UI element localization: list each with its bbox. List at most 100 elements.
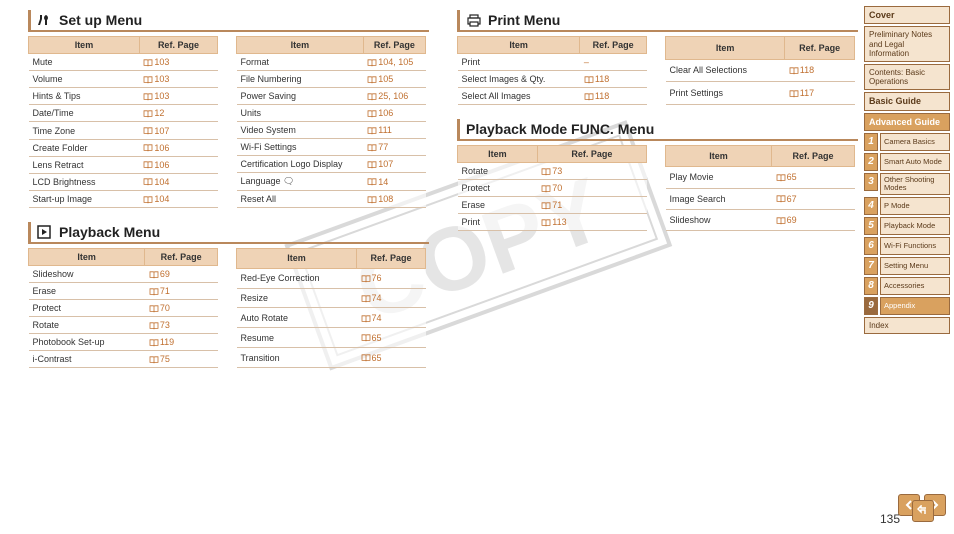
cell-item[interactable]: Wi-Fi Settings <box>237 139 364 156</box>
cell-item[interactable]: Red-Eye Correction <box>237 268 357 288</box>
cell-ref[interactable]: 107 <box>363 156 425 173</box>
cell-item[interactable]: Rotate <box>29 317 145 334</box>
cell-ref[interactable]: 74 <box>357 308 426 328</box>
cell-item[interactable]: Lens Retract <box>29 156 140 173</box>
sidebar-chapter[interactable]: 5Playback Mode <box>864 217 950 235</box>
cell-item[interactable]: i-Contrast <box>29 351 145 368</box>
cell-item[interactable]: Time Zone <box>29 122 140 139</box>
cell-item[interactable]: Clear All Selections <box>666 59 785 82</box>
cell-ref[interactable]: 118 <box>580 71 647 88</box>
cell-item[interactable]: Print Settings <box>666 82 785 105</box>
cell-ref[interactable]: 113 <box>537 214 646 231</box>
sidebar-index[interactable]: Index <box>864 317 950 334</box>
cell-ref[interactable]: 73 <box>537 163 646 180</box>
cell-ref[interactable]: 104 <box>139 173 217 190</box>
cell-ref[interactable]: 75 <box>145 351 218 368</box>
sidebar-cover[interactable]: Cover <box>864 6 950 24</box>
cell-item[interactable]: Certification Logo Display <box>237 156 364 173</box>
sidebar-chapter[interactable]: 2Smart Auto Mode <box>864 153 950 171</box>
cell-item[interactable]: Power Saving <box>237 88 364 105</box>
cell-item[interactable]: Format <box>237 54 364 71</box>
cell-item[interactable]: Slideshow <box>666 209 772 230</box>
cell-ref[interactable]: 77 <box>363 139 425 156</box>
sidebar-chapter[interactable]: 1Camera Basics <box>864 133 950 151</box>
cell-item[interactable]: Erase <box>29 283 145 300</box>
cell-ref[interactable]: 70 <box>537 180 646 197</box>
cell-item[interactable]: Units <box>237 105 364 122</box>
cell-ref[interactable]: 25, 106 <box>363 88 425 105</box>
cell-ref[interactable]: 71 <box>537 197 646 214</box>
cell-ref[interactable]: 106 <box>139 156 217 173</box>
cell-ref[interactable]: 119 <box>145 334 218 351</box>
cell-ref[interactable]: 111 <box>363 122 425 139</box>
sidebar-chapter[interactable]: 3Other Shooting Modes <box>864 173 950 195</box>
cell-item[interactable]: Photobook Set-up <box>29 334 145 351</box>
cell-ref[interactable]: 103 <box>139 54 217 71</box>
cell-ref[interactable]: 70 <box>145 300 218 317</box>
cell-item[interactable]: Reset All <box>237 191 364 208</box>
cell-ref[interactable]: 118 <box>785 59 855 82</box>
cell-ref[interactable]: 103 <box>139 71 217 88</box>
cell-ref[interactable]: 117 <box>785 82 855 105</box>
cell-ref[interactable]: 69 <box>772 209 855 230</box>
cell-ref[interactable]: 118 <box>580 88 647 105</box>
cell-item[interactable]: File Numbering <box>237 71 364 88</box>
cell-item[interactable]: Date/Time <box>29 105 140 122</box>
sidebar-chapter[interactable]: 6Wi-Fi Functions <box>864 237 950 255</box>
cell-ref[interactable]: 65 <box>357 328 426 348</box>
table-row: Rotate73 <box>29 317 218 334</box>
cell-item[interactable]: Select All Images <box>458 88 580 105</box>
cell-ref[interactable]: 105 <box>363 71 425 88</box>
cell-ref[interactable]: – <box>580 54 647 71</box>
sidebar-chapter[interactable]: 8Accessories <box>864 277 950 295</box>
cell-item[interactable]: Start-up Image <box>29 190 140 207</box>
sidebar-advanced-guide[interactable]: Advanced Guide <box>864 113 950 131</box>
cell-item[interactable]: Create Folder <box>29 139 140 156</box>
cell-item[interactable]: Select Images & Qty. <box>458 71 580 88</box>
cell-ref[interactable]: 106 <box>139 139 217 156</box>
cell-ref[interactable]: 76 <box>357 268 426 288</box>
sidebar-contents[interactable]: Contents: Basic Operations <box>864 64 950 90</box>
sidebar-basic-guide[interactable]: Basic Guide <box>864 92 950 110</box>
cell-item[interactable]: Rotate <box>458 163 538 180</box>
cell-item[interactable]: Language 🗨 <box>237 173 364 191</box>
cell-item[interactable]: LCD Brightness <box>29 173 140 190</box>
cell-item[interactable]: Protect <box>29 300 145 317</box>
cell-item[interactable]: Volume <box>29 71 140 88</box>
cell-item[interactable]: Erase <box>458 197 538 214</box>
cell-item[interactable]: Protect <box>458 180 538 197</box>
cell-ref[interactable]: 65 <box>772 167 855 188</box>
cell-item[interactable]: Play Movie <box>666 167 772 188</box>
cell-ref[interactable]: 73 <box>145 317 218 334</box>
cell-item[interactable]: Hints & Tips <box>29 88 140 105</box>
cell-ref[interactable]: 65 <box>357 348 426 368</box>
cell-ref[interactable]: 103 <box>139 88 217 105</box>
cell-item[interactable]: Resume <box>237 328 357 348</box>
cell-item[interactable]: Print <box>458 214 538 231</box>
cell-ref[interactable]: 74 <box>357 288 426 308</box>
cell-item[interactable]: Mute <box>29 54 140 71</box>
cell-ref[interactable]: 67 <box>772 188 855 209</box>
cell-item[interactable]: Auto Rotate <box>237 308 357 328</box>
cell-ref[interactable]: 108 <box>363 191 425 208</box>
cell-ref[interactable]: 12 <box>139 105 217 122</box>
cell-item[interactable]: Slideshow <box>29 266 145 283</box>
cell-ref[interactable]: 104 <box>139 190 217 207</box>
sidebar-chapter[interactable]: 4P Mode <box>864 197 950 215</box>
cell-item[interactable]: Resize <box>237 288 357 308</box>
cell-ref[interactable]: 71 <box>145 283 218 300</box>
cell-item[interactable]: Image Search <box>666 188 772 209</box>
table-row: Reset All108 <box>237 191 426 208</box>
cell-item[interactable]: Video System <box>237 122 364 139</box>
cell-item[interactable]: Print <box>458 54 580 71</box>
cell-item[interactable]: Transition <box>237 348 357 368</box>
return-button[interactable] <box>912 500 934 522</box>
cell-ref[interactable]: 106 <box>363 105 425 122</box>
cell-ref[interactable]: 69 <box>145 266 218 283</box>
cell-ref[interactable]: 104, 105 <box>363 54 425 71</box>
sidebar-chapter[interactable]: 9Appendix <box>864 297 950 315</box>
sidebar-chapter[interactable]: 7Setting Menu <box>864 257 950 275</box>
sidebar-prelim[interactable]: Preliminary Notes and Legal Information <box>864 26 950 62</box>
cell-ref[interactable]: 107 <box>139 122 217 139</box>
cell-ref[interactable]: 14 <box>363 173 425 191</box>
